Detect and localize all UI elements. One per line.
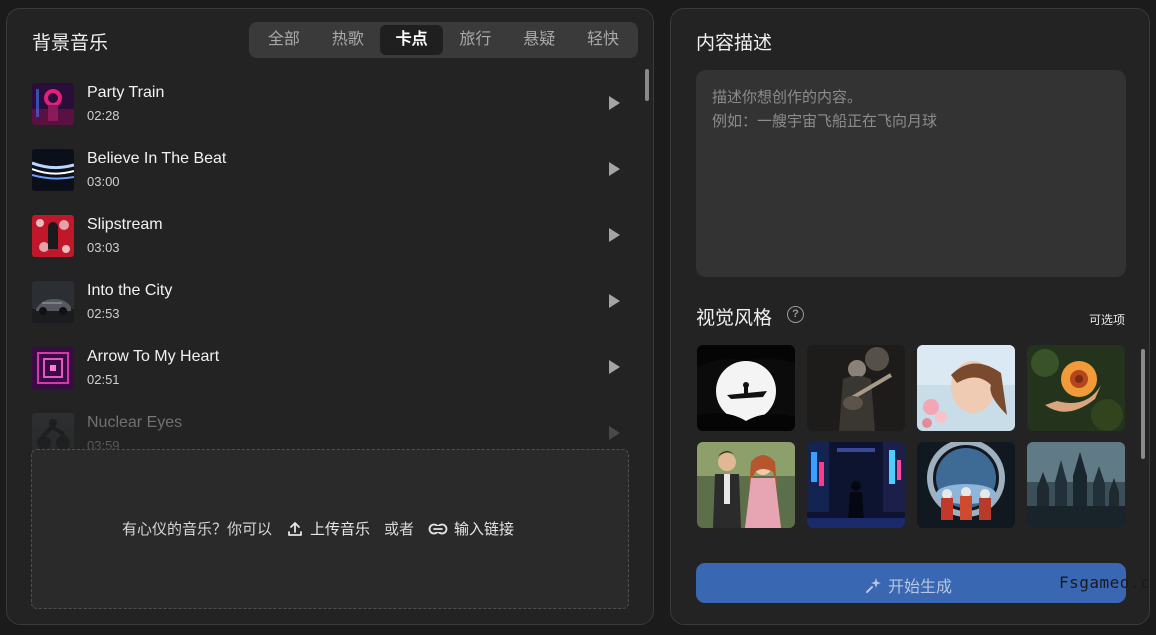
play-icon[interactable]	[609, 426, 620, 440]
optional-label: 可选项	[1089, 313, 1126, 327]
upload-music-dropzone[interactable]: 有心仪的音乐？你可以 上传音乐 或者 输入链接	[31, 449, 629, 609]
tab-hot[interactable]: 热歌	[316, 25, 380, 55]
generate-button-content: 开始生成	[866, 573, 952, 597]
tab-beat[interactable]: 卡点	[379, 25, 444, 55]
music-track[interactable]: Party Train 02:28	[32, 75, 632, 125]
music-track[interactable]: Nuclear Eyes 03:59	[32, 405, 632, 451]
music-track[interactable]: Into the City 02:53	[32, 273, 632, 323]
background-music-title: 背景音乐	[32, 33, 109, 54]
track-title: Party Train	[87, 84, 165, 101]
track-duration: 02:53	[87, 306, 120, 321]
background-music-panel: 背景音乐 全部 热歌 卡点 旅行 悬疑 轻快 Party Train 02:28…	[6, 8, 654, 625]
style-tile-dark-castle[interactable]	[1027, 442, 1125, 528]
upload-music-button[interactable]: 上传音乐	[286, 518, 370, 539]
track-cover-image	[32, 215, 74, 257]
music-track[interactable]: Believe In The Beat 03:00	[32, 141, 632, 191]
help-icon[interactable]: ?	[787, 306, 804, 323]
style-tile-astronauts-portal[interactable]	[917, 442, 1015, 528]
play-icon[interactable]	[609, 96, 620, 110]
track-title: Into the City	[87, 282, 173, 299]
style-tile-couple-portrait[interactable]	[697, 442, 795, 528]
track-cover-image	[32, 413, 74, 451]
content-description-title: 内容描述	[696, 33, 773, 54]
or-text: 或者	[384, 521, 415, 538]
style-tile-peach-hand[interactable]	[1027, 345, 1125, 431]
upload-prompt-row: 有心仪的音乐？你可以 上传音乐 或者 输入链接	[122, 518, 514, 539]
track-title: Slipstream	[87, 216, 163, 233]
track-duration: 02:28	[87, 108, 120, 123]
tab-light[interactable]: 轻快	[571, 25, 635, 55]
description-placeholder-line2: 例如：一艘宇宙飞船正在飞向月球	[712, 113, 938, 130]
music-track[interactable]: Arrow To My Heart 02:51	[32, 339, 632, 389]
play-icon[interactable]	[609, 228, 620, 242]
play-icon[interactable]	[609, 294, 620, 308]
upload-prompt-text: 有心仪的音乐？你可以	[122, 521, 273, 538]
generate-button-label: 开始生成	[888, 579, 953, 596]
sparkle-icon	[866, 578, 881, 593]
style-tile-woman-flowers[interactable]	[917, 345, 1015, 431]
track-duration: 03:03	[87, 240, 120, 255]
enter-link-button[interactable]: 输入链接	[428, 518, 514, 539]
style-tile-moon-silhouette[interactable]	[697, 345, 795, 431]
description-textarea[interactable]: 描述你想创作的内容。 例如：一艘宇宙飞船正在飞向月球	[696, 70, 1126, 277]
track-cover-image	[32, 281, 74, 323]
content-panel: 内容描述 描述你想创作的内容。 例如：一艘宇宙飞船正在飞向月球 视觉风格 ? 可…	[670, 8, 1150, 625]
music-track[interactable]: Slipstream 03:03	[32, 207, 632, 257]
track-title: Arrow To My Heart	[87, 348, 220, 365]
generate-button[interactable]: 开始生成 Fsgameo.c	[696, 563, 1149, 603]
play-icon[interactable]	[609, 162, 620, 176]
style-list-scrollbar[interactable]	[1141, 349, 1145, 459]
tab-all[interactable]: 全部	[252, 25, 316, 55]
style-tile-neon-city-street[interactable]	[807, 442, 905, 528]
music-category-tabs: 全部 热歌 卡点 旅行 悬疑 轻快	[249, 22, 638, 58]
track-title: Nuclear Eyes	[87, 414, 183, 431]
upload-music-label: 上传音乐	[310, 521, 371, 538]
track-cover-image	[32, 149, 74, 191]
track-cover-image	[32, 347, 74, 389]
enter-link-label: 输入链接	[454, 521, 515, 538]
play-icon[interactable]	[609, 360, 620, 374]
description-placeholder-line1: 描述你想创作的内容。	[712, 89, 863, 106]
upload-icon	[288, 521, 302, 536]
track-title: Believe In The Beat	[87, 150, 227, 167]
link-icon	[428, 523, 448, 534]
music-list: Party Train 02:28 Believe In The Beat 03…	[7, 71, 653, 451]
music-list-scrollbar[interactable]	[645, 69, 649, 101]
tab-suspense[interactable]: 悬疑	[507, 25, 571, 55]
track-cover-image	[32, 83, 74, 125]
visual-style-title: 视觉风格	[696, 308, 773, 329]
style-tile-concert-guitarist[interactable]	[807, 345, 905, 431]
watermark-text: Fsgameo.c	[1059, 573, 1150, 592]
tab-travel[interactable]: 旅行	[443, 25, 507, 55]
track-duration: 03:00	[87, 174, 120, 189]
track-duration: 02:51	[87, 372, 120, 387]
